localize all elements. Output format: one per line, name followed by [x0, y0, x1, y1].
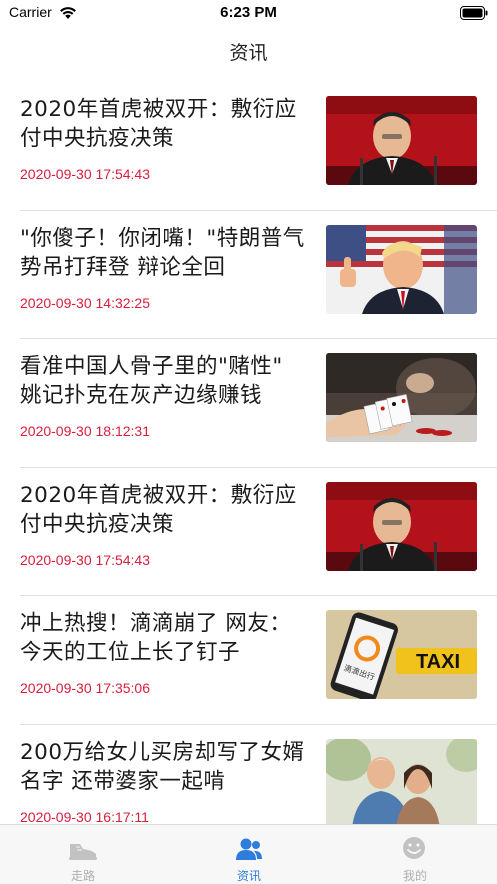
tab-label: 我的: [402, 869, 427, 883]
page-title: 资讯: [229, 42, 268, 64]
tab-news[interactable]: 资讯: [166, 825, 332, 884]
battery-icon: [460, 5, 488, 24]
news-date: 2020-09-30 17:54:43: [20, 166, 150, 182]
news-thumbnail-speaker: [326, 481, 477, 571]
news-item[interactable]: 2020年首虎被双开：敷衍应付中央抗疫决策 2020-09-30 17:54:4…: [20, 82, 497, 211]
news-date: 2020-09-30 18:12:31: [20, 423, 150, 439]
news-thumbnail-playing-cards: [326, 353, 477, 442]
news-item[interactable]: 冲上热搜！滴滴崩了 网友：今天的工位上长了钉子 2020-09-30 17:35…: [20, 596, 497, 725]
tab-label: 走路: [70, 869, 95, 883]
clock: 6:23 PM: [220, 4, 277, 21]
news-thumbnail-speaker: [326, 96, 477, 185]
news-title: 2020年首虎被双开：敷衍应付中央抗疫决策: [20, 482, 297, 537]
tab-label: 资讯: [236, 869, 261, 883]
news-thumbnail-elderly-couple: [326, 738, 477, 824]
taxi-sign-text: TAXI: [416, 651, 460, 673]
news-title: 2020年首虎被双开：敷衍应付中央抗疫决策: [20, 97, 297, 151]
smiley-icon: [332, 835, 497, 863]
news-list[interactable]: 2020年首虎被双开：敷衍应付中央抗疫决策 2020-09-30 17:54:4…: [0, 82, 497, 824]
news-thumbnail-thumbs-up: [326, 224, 477, 314]
news-item[interactable]: 2020年首虎被双开：敷衍应付中央抗疫决策 2020-09-30 17:54:4…: [20, 468, 497, 596]
news-item[interactable]: 看准中国人骨子里的"赌性" 姚记扑克在灰产边缘赚钱 2020-09-30 18:…: [20, 339, 497, 468]
tab-walk[interactable]: 走路: [0, 825, 166, 884]
tab-mine[interactable]: 我的: [332, 825, 497, 884]
news-title: "你傻子！你闭嘴！"特朗普气势吊打拜登 辩论全回: [20, 225, 305, 280]
shoe-icon: [0, 835, 166, 863]
news-thumbnail-taxi-phone: TAXI 滴滴出行: [326, 610, 477, 699]
people-icon: [166, 835, 332, 863]
tab-bar: 走路 资讯 我的: [0, 824, 497, 884]
news-item[interactable]: 200万给女儿买房却写了女婿名字 还带婆家一起啃 2020-09-30 16:1…: [20, 725, 497, 825]
news-title: 冲上热搜！滴滴崩了 网友：今天的工位上长了钉子: [20, 611, 292, 665]
news-item[interactable]: "你傻子！你闭嘴！"特朗普气势吊打拜登 辩论全回 2020-09-30 14:3…: [20, 211, 497, 339]
news-date: 2020-09-30 14:32:25: [20, 294, 150, 311]
news-title: 看准中国人骨子里的"赌性" 姚记扑克在灰产边缘赚钱: [20, 354, 283, 408]
news-date: 2020-09-30 16:17:11: [20, 808, 149, 825]
news-title: 200万给女儿买房却写了女婿名字 还带婆家一起啃: [20, 739, 305, 794]
news-date: 2020-09-30 17:35:06: [20, 680, 150, 696]
news-date: 2020-09-30 17:54:43: [20, 551, 150, 568]
status-bar: Carrier 6:23 PM: [0, 0, 497, 26]
